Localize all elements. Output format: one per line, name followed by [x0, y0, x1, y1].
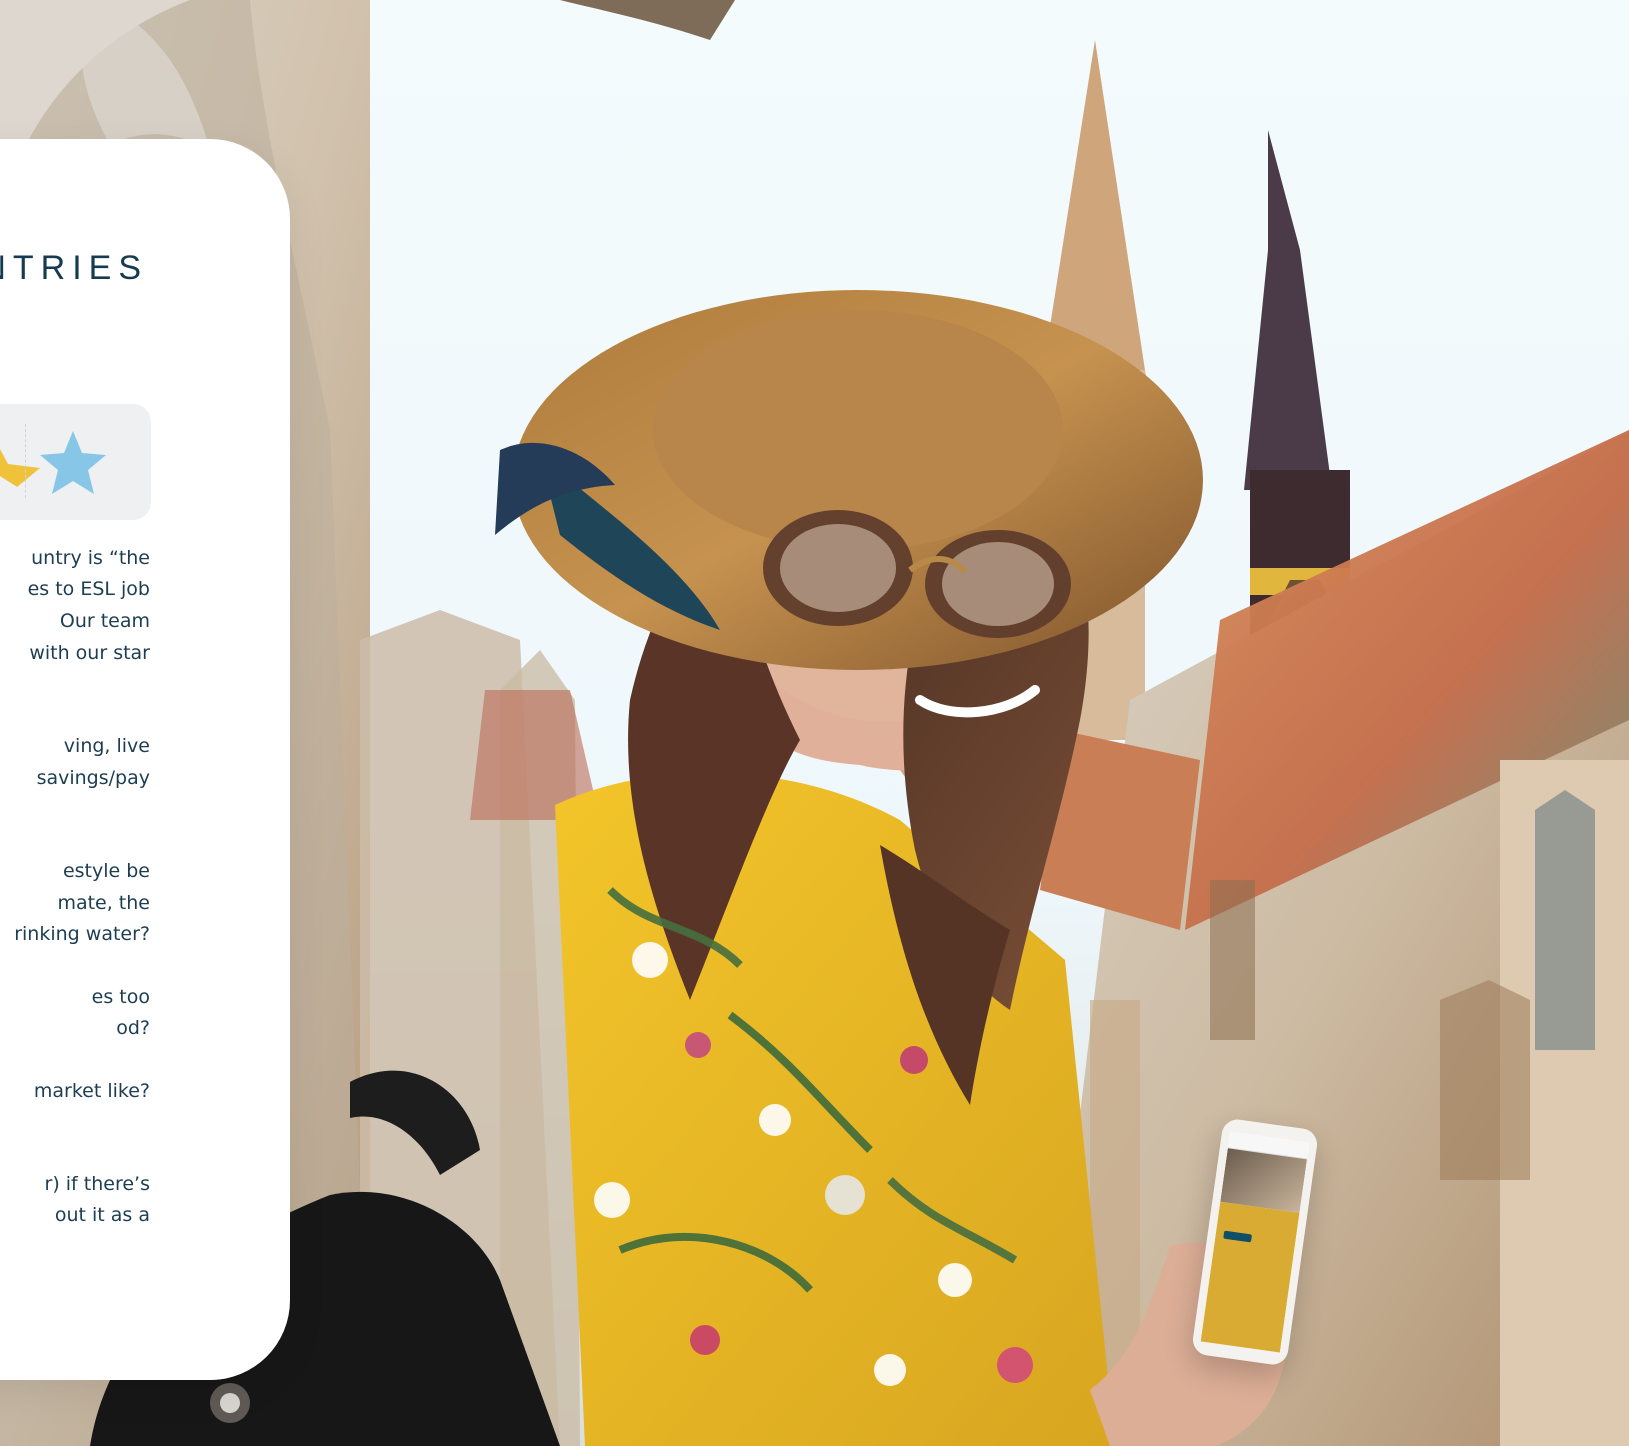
body-line: od?	[116, 1017, 150, 1039]
card-fade	[0, 1310, 290, 1380]
info-card-content: NTRIES untry is “the es to ESL job	[0, 139, 290, 1380]
page: NTRIES untry is “the es to ESL job	[0, 0, 1629, 1446]
body-line: estyle be	[62, 860, 150, 882]
body-copy: untry is “the es to ESL job Our team wit…	[0, 139, 290, 1380]
body-line: with our star	[29, 642, 150, 664]
body-line: Our team	[59, 610, 150, 632]
body-line: rinking water?	[14, 923, 150, 945]
body-line: mate, the	[57, 892, 150, 914]
info-card: NTRIES untry is “the es to ESL job	[0, 139, 290, 1380]
body-line: ving, live	[63, 735, 150, 757]
body-line: es to ESL job	[27, 578, 150, 600]
phone-cta	[1223, 1230, 1253, 1243]
body-line: savings/pay	[36, 767, 150, 789]
body-line: r) if there’s	[44, 1173, 150, 1195]
phone-promo-panel	[1200, 1201, 1300, 1353]
body-line: es too	[91, 986, 150, 1008]
body-line: out it as a	[54, 1204, 150, 1226]
body-line: untry is “the	[31, 547, 150, 569]
body-line: market like?	[33, 1080, 150, 1102]
